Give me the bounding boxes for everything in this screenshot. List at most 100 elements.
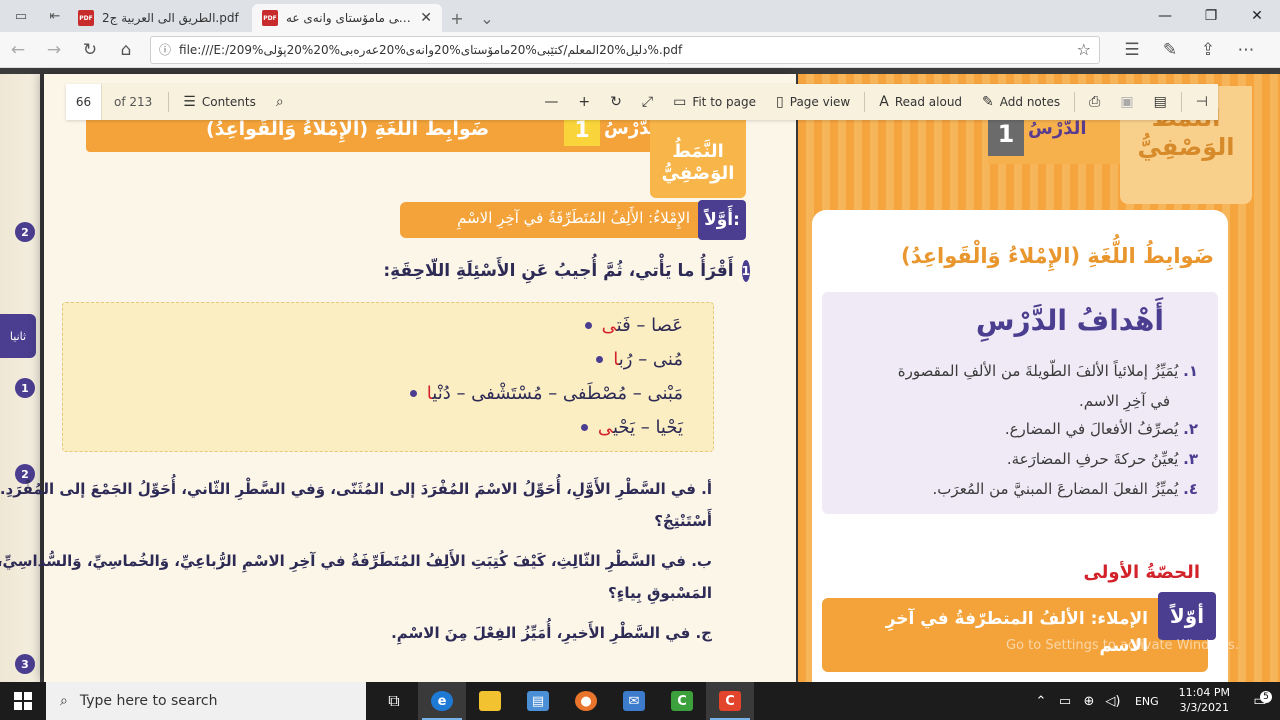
pdf-viewport[interactable]: 2 ثانيا 1 2 3 ضَوابِطُ اللُّغَةِ (الإِمْ…: [0, 68, 1280, 682]
right-section-header: الإملاء: الألفُ المتطرّفةُ في آخرِ الاسم…: [822, 592, 1216, 672]
notifications-icon[interactable]: ▭ 5: [1240, 691, 1280, 709]
favorite-star-icon[interactable]: ☆: [1077, 40, 1091, 59]
pdf-page-right: 1 الدَّرْسُ النَّمَطُ الوَصْفِيُّ ضَوابِ…: [798, 74, 1280, 682]
file-explorer-icon[interactable]: [466, 682, 514, 720]
pen-icon[interactable]: ✎: [1152, 34, 1188, 66]
restore-button[interactable]: ❐: [1188, 0, 1234, 32]
show-hidden-icons-chevron-icon[interactable]: ⌃: [1029, 694, 1053, 709]
tab-actions-icon[interactable]: ▭: [8, 3, 34, 29]
bullet-icon: [409, 390, 417, 397]
page-count: of 213: [114, 95, 153, 109]
save-icon: ▣: [1120, 94, 1134, 110]
minimize-button[interactable]: —: [1142, 0, 1188, 32]
bullet-icon: [596, 356, 604, 363]
close-window-button[interactable]: ✕: [1234, 0, 1280, 32]
favorites-icon[interactable]: ☰: [1114, 34, 1150, 66]
pin-toolbar-button[interactable]: ⊣: [1186, 84, 1218, 120]
pdf-icon: PDF: [262, 10, 278, 26]
back-button[interactable]: ←: [0, 34, 36, 66]
taskbar-search-input[interactable]: ⌕ Type here to search: [46, 682, 366, 720]
page-number-input[interactable]: 66: [66, 84, 102, 120]
camtasia-recorder-app-icon[interactable]: C: [706, 682, 754, 720]
start-button[interactable]: [0, 682, 46, 720]
bullet-icon: [580, 424, 588, 431]
fullscreen-button[interactable]: ⤢: [632, 84, 663, 120]
search-button[interactable]: ⌕: [266, 84, 294, 120]
home-button[interactable]: ⌂: [108, 34, 144, 66]
page-view-icon: ▯: [776, 94, 784, 110]
network-icon[interactable]: ▭: [1053, 694, 1077, 709]
clock[interactable]: 11:04 PM 3/3/2021: [1169, 686, 1240, 716]
goal-item: ٣. يُعيِّنُ حركةَ حرفِ المضارَعة.: [1006, 450, 1198, 468]
goal-item: ٤. يُميِّزُ الفعلَ المضارعَ المبنيَّ من …: [932, 480, 1198, 498]
goal-item: ٢. يُصرِّفُ الأفعالَ في المضارع.: [1004, 420, 1198, 438]
address-input[interactable]: ⓘ file:///E:/209%دليل%20المعلم/کتێبی%20م…: [150, 35, 1100, 64]
add-notes-button[interactable]: ✎ Add notes: [972, 84, 1070, 120]
tab-list-chevron-icon[interactable]: ⌄: [472, 4, 502, 32]
section-tag: أوّلاً: [1158, 592, 1216, 640]
task-view-icon[interactable]: ⧉: [370, 682, 418, 720]
info-icon[interactable]: ⓘ: [159, 41, 171, 58]
share-icon[interactable]: ⇪: [1190, 34, 1226, 66]
store-app-icon[interactable]: ▤: [514, 682, 562, 720]
plus-icon: +: [578, 94, 591, 110]
section-header: الإِمْلاءُ: الأَلِفُ المُتَطَرِّفَةُ في …: [400, 200, 746, 240]
question-b-line2: المَسْبوقِ بِياءٍ؟: [607, 584, 712, 602]
section-title: الإِمْلاءُ: الأَلِفُ المُتَطَرِّفَةُ في …: [457, 209, 690, 227]
edge-app-icon[interactable]: e: [418, 682, 466, 720]
volume-icon[interactable]: ◁): [1101, 694, 1125, 709]
tab-teacher-guide[interactable]: PDF کتێبی مامۆستای وانەی عە ✕: [252, 4, 442, 32]
search-icon: ⌕: [60, 693, 68, 709]
pen-icon: ✎: [982, 94, 994, 110]
refresh-button[interactable]: ↻: [72, 34, 108, 66]
zoom-in-button[interactable]: +: [568, 84, 600, 120]
save-button[interactable]: ▣: [1110, 84, 1143, 120]
read-aloud-button[interactable]: A Read aloud: [869, 84, 972, 120]
tab-arabic-book[interactable]: PDF الطريق الى العربية ج2.pdf: [68, 4, 252, 32]
contents-button[interactable]: ☰ Contents: [173, 84, 266, 120]
language-indicator[interactable]: ENG: [1125, 695, 1169, 708]
question-text: أَقْرَأُ ما يَأْتي، ثُمَّ أُجيبُ عَنِ ال…: [383, 261, 734, 281]
rotate-button[interactable]: ↻: [600, 84, 632, 120]
more-icon[interactable]: ⋯: [1228, 34, 1264, 66]
firefox-app-icon[interactable]: ●: [562, 682, 610, 720]
minus-icon: —: [544, 94, 559, 110]
expand-icon: ⤢: [641, 94, 654, 110]
url-text: file:///E:/209%دليل%20المعلم/کتێبی%20مام…: [179, 42, 683, 57]
read-aloud-icon: A: [879, 94, 889, 110]
question-a-line1: أ. في السَّطْرِ الأَوَّلِ، أُحَوِّلُ الا…: [0, 480, 712, 498]
zoom-out-button[interactable]: —: [534, 84, 568, 120]
globe-icon[interactable]: ⊕: [1077, 694, 1101, 709]
pdf-icon: PDF: [78, 10, 94, 26]
bullet-icon: [584, 322, 592, 329]
print-button[interactable]: ⎙: [1079, 84, 1110, 120]
right-page-title: ضَوابِطُ اللُّغَةِ (الإِمْلاءُ وَالْقَوا…: [900, 244, 1214, 268]
forward-button[interactable]: →: [36, 34, 72, 66]
section-tag: أَوَّلاً:: [698, 200, 746, 240]
goal-item: ١. يُمَيِّزُ إملائياً الألفَ الطّويلةَ م…: [897, 362, 1198, 380]
word-line: مَبْنى – مُصْطَفى – مُسْتَشْفى – دُنْيا: [409, 383, 683, 404]
sliver-number: 3: [15, 654, 35, 674]
lesson-title: ضَوابِطُ اللُّغَةِ (الإِمْلاءُ وَالْقَوا…: [206, 118, 490, 140]
search-placeholder: Type here to search: [79, 693, 218, 709]
pdf-page-left: ضَوابِطُ اللُّغَةِ (الإِمْلاءُ وَالْقَوا…: [0, 74, 796, 682]
close-tab-icon[interactable]: ✕: [420, 10, 432, 26]
camtasia-green-app-icon[interactable]: C: [658, 682, 706, 720]
page-view-button[interactable]: ▯ Page view: [766, 84, 860, 120]
question-a-line2: أَسْتَنْتِجُ؟: [654, 512, 712, 530]
save-as-button[interactable]: ▤: [1144, 84, 1177, 120]
set-tabs-aside-icon[interactable]: ⇤: [42, 3, 68, 29]
new-tab-button[interactable]: +: [442, 4, 472, 32]
address-bar-row: ← → ↻ ⌂ ⓘ file:///E:/209%دليل%20المعلم/ک…: [0, 32, 1280, 68]
word-line: عَصا – فَتى: [584, 315, 683, 336]
pdf-toolbar: 66 of 213 ☰ Contents ⌕ — + ↻ ⤢ ▭ Fit to pa…: [66, 84, 1218, 120]
lesson-label: الدَّرْسُ: [1028, 118, 1087, 139]
divider: [168, 92, 170, 112]
fit-to-page-button[interactable]: ▭ Fit to page: [663, 84, 766, 120]
word-line: يَحْيا – يَحْيى: [580, 417, 683, 438]
list-icon: ☰: [183, 94, 196, 110]
windows-logo-icon: [14, 692, 32, 710]
divider: [1074, 92, 1076, 112]
divider: [1180, 92, 1182, 112]
mail-app-icon[interactable]: ✉: [610, 682, 658, 720]
